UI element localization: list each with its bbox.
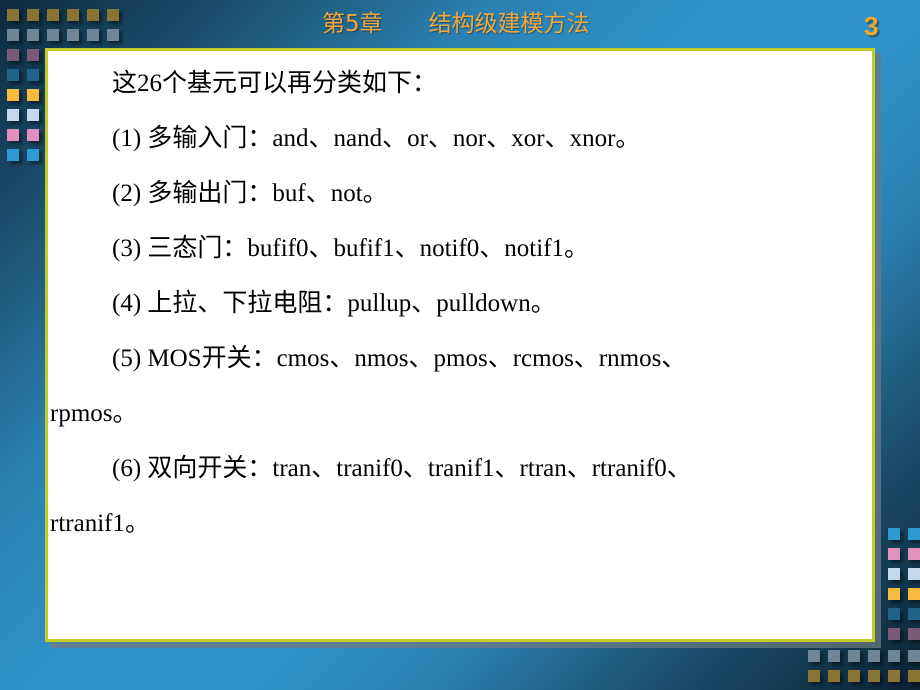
square-gold <box>888 670 900 682</box>
square-gold <box>868 670 880 682</box>
square-light-blue <box>888 568 900 580</box>
square-grey-blue <box>808 650 820 662</box>
square-light-blue <box>7 109 19 121</box>
square-bright-gold <box>908 588 920 600</box>
square-teal <box>888 608 900 620</box>
square-bright-gold <box>27 89 39 101</box>
square-grey-blue <box>47 29 59 41</box>
square-cyan <box>888 528 900 540</box>
square-grey-blue <box>67 29 79 41</box>
square-mauve <box>888 628 900 640</box>
square-gold <box>47 9 59 21</box>
square-cyan <box>27 149 39 161</box>
text-line-6-continued: rtranif1。 <box>50 510 150 537</box>
square-pink <box>27 129 39 141</box>
square-pink <box>7 129 19 141</box>
square-bright-gold <box>888 588 900 600</box>
square-grey-blue <box>87 29 99 41</box>
square-gold <box>848 670 860 682</box>
square-teal <box>908 608 920 620</box>
square-gold <box>808 670 820 682</box>
square-gold <box>67 9 79 21</box>
square-grey-blue <box>868 650 880 662</box>
square-gold <box>828 670 840 682</box>
square-mauve <box>7 49 19 61</box>
square-mauve <box>27 49 39 61</box>
text-line-5: (5) MOS开关：cmos、nmos、pmos、rcmos、rnmos、 <box>112 345 687 372</box>
text-line-4: (4) 上拉、下拉电阻：pullup、pulldown。 <box>112 290 556 317</box>
square-gold <box>107 9 119 21</box>
square-grey-blue <box>7 29 19 41</box>
square-grey-blue <box>888 650 900 662</box>
content-frame: 这26个基元可以再分类如下： (1) 多输入门：and、nand、or、nor、… <box>45 48 875 642</box>
text-line-2: (2) 多输出门：buf、not。 <box>112 180 388 207</box>
square-teal <box>7 69 19 81</box>
text-line-3: (3) 三态门：bufif0、bufif1、notif0、notif1。 <box>112 235 590 262</box>
page-number: 3 <box>864 11 879 41</box>
square-bright-gold <box>7 89 19 101</box>
square-cyan <box>908 528 920 540</box>
square-gold <box>87 9 99 21</box>
chapter-title: 结构级建模方法 <box>428 11 590 37</box>
square-teal <box>27 69 39 81</box>
square-grey-blue <box>828 650 840 662</box>
square-gold <box>7 9 19 21</box>
square-pink <box>888 548 900 560</box>
square-grey-blue <box>107 29 119 41</box>
text-line-1: (1) 多输入门：and、nand、or、nor、xor、xnor。 <box>112 125 641 152</box>
square-mauve <box>908 628 920 640</box>
text-line-6: (6) 双向开关：tran、tranif0、tranif1、rtran、rtra… <box>112 455 692 482</box>
square-pink <box>908 548 920 560</box>
text-line-intro: 这26个基元可以再分类如下： <box>112 70 438 97</box>
square-light-blue <box>27 109 39 121</box>
square-gold <box>908 670 920 682</box>
square-grey-blue <box>848 650 860 662</box>
square-light-blue <box>908 568 920 580</box>
square-grey-blue <box>908 650 920 662</box>
square-cyan <box>7 149 19 161</box>
square-grey-blue <box>27 29 39 41</box>
square-gold <box>27 9 39 21</box>
text-line-5-continued: rpmos。 <box>50 400 138 427</box>
chapter-label: 第5章 <box>322 11 383 37</box>
slide-header: 第5章 结构级建模方法 <box>322 8 590 40</box>
